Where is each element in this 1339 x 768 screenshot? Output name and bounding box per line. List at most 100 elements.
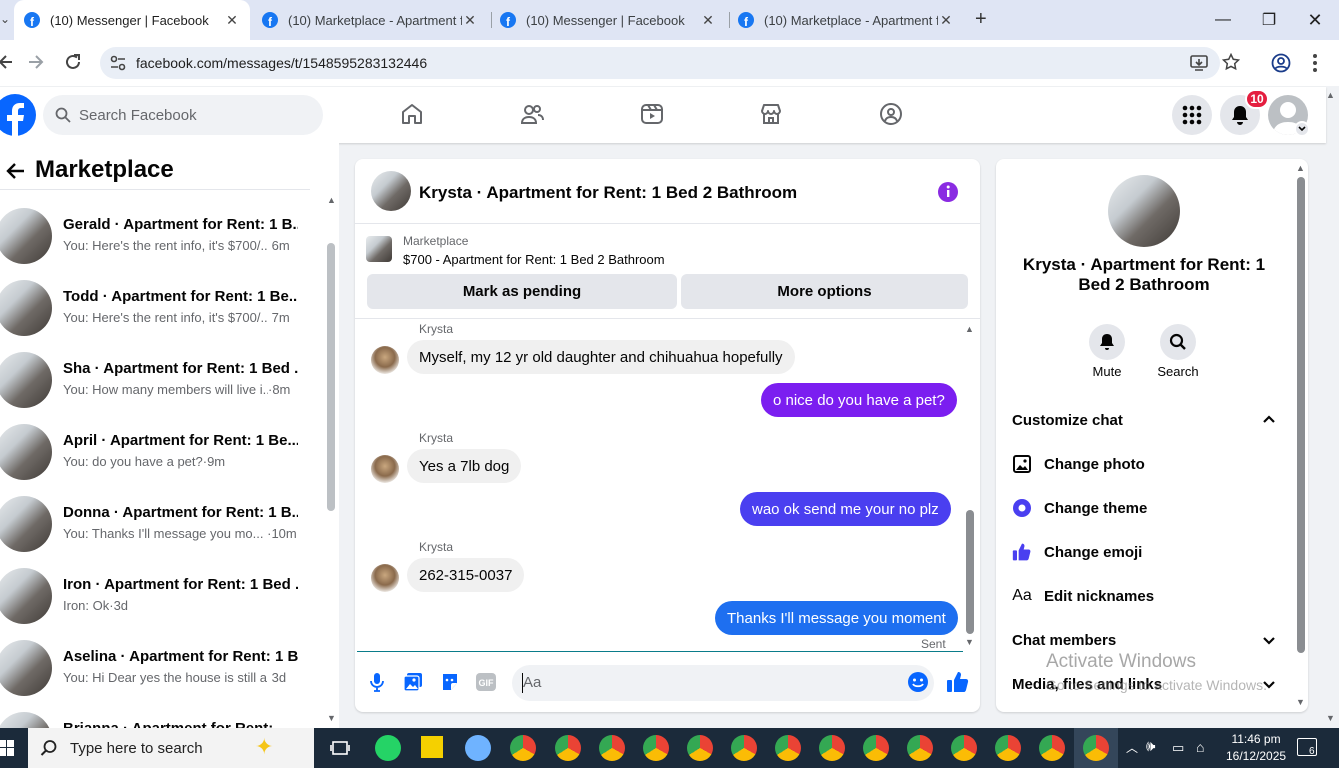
task-view-icon[interactable] — [330, 738, 350, 758]
change-photo-item[interactable]: Change photo — [1012, 452, 1145, 476]
conversation-item[interactable]: Sha · Apartment for Rent: 1 Bed ... You:… — [0, 344, 315, 416]
profile-icon[interactable] — [1271, 53, 1291, 73]
info-panel-scrollbar[interactable] — [1297, 177, 1305, 653]
change-theme-item[interactable]: Change theme — [1012, 496, 1147, 520]
sender-avatar[interactable] — [371, 455, 399, 483]
chrome-icon[interactable] — [951, 735, 977, 761]
gif-icon[interactable]: GIF — [476, 673, 496, 691]
message-input[interactable] — [512, 665, 934, 701]
close-tab-icon[interactable]: ✕ — [224, 12, 240, 29]
new-tab-icon[interactable]: + — [975, 8, 987, 31]
scroll-up-arrow-icon[interactable]: ▲ — [327, 195, 336, 205]
listing-title[interactable]: $700 - Apartment for Rent: 1 Bed 2 Bathr… — [403, 252, 665, 267]
like-thumb-icon[interactable] — [946, 670, 970, 694]
scroll-down-arrow-icon[interactable]: ▼ — [965, 637, 974, 647]
chrome-icon[interactable] — [687, 735, 713, 761]
scroll-up-arrow-icon[interactable]: ▲ — [965, 324, 974, 334]
windows-start-icon[interactable] — [0, 740, 14, 756]
mark-as-pending-button[interactable]: Mark as pending — [367, 274, 677, 309]
facebook-logo-icon[interactable] — [0, 94, 36, 136]
chrome-icon[interactable] — [1039, 735, 1065, 761]
search-in-conversation-button[interactable] — [1160, 324, 1196, 360]
reload-icon[interactable] — [64, 53, 82, 71]
chrome-icon[interactable] — [775, 735, 801, 761]
page-scroll-down-icon[interactable]: ▼ — [1326, 713, 1335, 723]
conversation-item[interactable]: Todd · Apartment for Rent: 1 Be... You: … — [0, 272, 315, 344]
marketplace-icon[interactable] — [759, 102, 783, 126]
video-icon[interactable] — [640, 102, 664, 126]
browser-tab-messenger-2[interactable]: f (10) Messenger | Facebook ✕ — [490, 0, 726, 40]
chrome-icon[interactable] — [1083, 735, 1109, 761]
conversation-item[interactable]: Iron · Apartment for Rent: 1 Bed ... Iro… — [0, 560, 315, 632]
conversation-list-scrollbar[interactable] — [327, 243, 335, 511]
conversation-item[interactable]: Brianna · Apartment for Rent: ... — [0, 704, 315, 728]
contact-avatar[interactable] — [1108, 175, 1180, 247]
tray-chevron-icon[interactable]: ︿ — [1126, 739, 1138, 756]
close-tab-icon[interactable]: ✕ — [938, 12, 954, 29]
home-icon[interactable] — [400, 102, 424, 126]
messages-scrollbar[interactable] — [966, 510, 974, 634]
customize-chat-section[interactable]: Customize chat — [1012, 412, 1282, 429]
chat-avatar[interactable] — [371, 171, 411, 211]
outgoing-message[interactable]: Thanks I'll message you moment — [715, 601, 958, 635]
chrome-icon[interactable] — [643, 735, 669, 761]
facebook-search-input[interactable]: Search Facebook — [43, 95, 323, 135]
install-app-icon[interactable] — [1190, 54, 1208, 72]
listing-thumbnail[interactable] — [366, 236, 392, 262]
site-settings-icon[interactable] — [110, 55, 126, 71]
outgoing-message[interactable]: o nice do you have a pet? — [761, 383, 957, 417]
browser-tab-marketplace-1[interactable]: f (10) Marketplace - Apartment f… ✕ — [252, 0, 488, 40]
incoming-message[interactable]: 262-315-0037 — [407, 558, 525, 592]
minimize-icon[interactable]: — — [1200, 0, 1246, 40]
sender-avatar[interactable] — [371, 346, 399, 374]
change-emoji-item[interactable]: Change emoji — [1012, 540, 1142, 564]
chevron-up-icon[interactable] — [1262, 414, 1276, 424]
network-icon[interactable]: ⌂ — [1196, 739, 1204, 755]
emoji-icon[interactable] — [907, 671, 929, 693]
scroll-down-arrow-icon[interactable]: ▼ — [1296, 697, 1305, 707]
more-options-button[interactable]: More options — [681, 274, 968, 309]
menu-grid-button[interactable] — [1172, 95, 1212, 135]
edit-nicknames-item[interactable]: Aa Edit nicknames — [1012, 584, 1154, 608]
scroll-down-arrow-icon[interactable]: ▼ — [327, 713, 336, 723]
chat-title[interactable]: Krysta · Apartment for Rent: 1 Bed 2 Bat… — [419, 183, 797, 203]
scroll-up-arrow-icon[interactable]: ▲ — [1296, 163, 1305, 173]
outgoing-message[interactable]: wao ok send me your no plz — [740, 492, 951, 526]
incoming-message[interactable]: Myself, my 12 yr old daughter and chihua… — [407, 340, 795, 374]
chat-members-section[interactable]: Chat members — [1012, 632, 1282, 649]
restore-icon[interactable]: ❐ — [1246, 0, 1292, 40]
close-tab-icon[interactable]: ✕ — [700, 12, 716, 29]
browser-menu-icon[interactable] — [1312, 53, 1318, 73]
forward-icon[interactable] — [27, 52, 45, 72]
browser-tab-marketplace-2[interactable]: f (10) Marketplace - Apartment f… ✕ — [728, 0, 964, 40]
chevron-down-icon[interactable] — [1262, 636, 1276, 646]
speaker-icon[interactable]: 🕪 — [1146, 738, 1155, 755]
taskbar-clock[interactable]: 11:46 pm 16/12/2025 — [1226, 731, 1286, 765]
back-icon[interactable] — [0, 52, 12, 72]
paint-icon[interactable] — [465, 735, 491, 761]
account-chevron-icon[interactable] — [1294, 121, 1310, 137]
tab-search-chevron[interactable]: ⌄ — [0, 12, 10, 28]
back-arrow-icon[interactable] — [6, 163, 24, 179]
page-scroll-up-icon[interactable]: ▲ — [1326, 90, 1335, 100]
battery-icon[interactable]: ▭ — [1172, 740, 1184, 756]
close-tab-icon[interactable]: ✕ — [462, 12, 478, 29]
friends-icon[interactable] — [520, 102, 544, 126]
incoming-message[interactable]: Yes a 7lb dog — [407, 449, 522, 483]
chrome-icon[interactable] — [907, 735, 933, 761]
conversation-item[interactable]: Gerald · Apartment for Rent: 1 B... You:… — [0, 200, 315, 272]
chrome-icon[interactable] — [599, 735, 625, 761]
browser-tab-messenger-1[interactable]: f (10) Messenger | Facebook ✕ — [14, 0, 250, 40]
sticker-icon[interactable] — [440, 672, 460, 692]
chrome-icon[interactable] — [995, 735, 1021, 761]
whatsapp-icon[interactable] — [375, 735, 401, 761]
chrome-icon[interactable] — [731, 735, 757, 761]
sender-avatar[interactable] — [371, 564, 399, 592]
chrome-icon[interactable] — [819, 735, 845, 761]
chrome-icon[interactable] — [863, 735, 889, 761]
bookmark-star-icon[interactable] — [1222, 53, 1240, 71]
chrome-icon[interactable] — [555, 735, 581, 761]
mute-button[interactable] — [1089, 324, 1125, 360]
photo-icon[interactable] — [403, 672, 423, 692]
close-window-icon[interactable]: ✕ — [1292, 0, 1338, 40]
